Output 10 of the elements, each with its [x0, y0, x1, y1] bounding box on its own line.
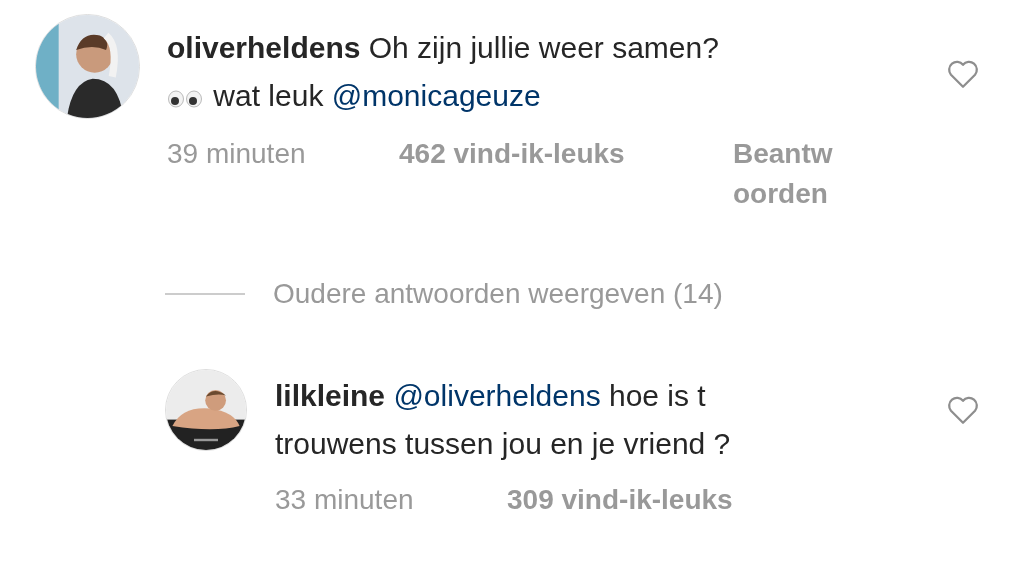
mention-link[interactable]: @oliverheldens [393, 379, 601, 412]
heart-icon[interactable] [946, 394, 980, 426]
comment-time: 39 minuten [167, 137, 307, 171]
heart-icon[interactable] [946, 58, 980, 90]
username-link[interactable]: oliverheldens [167, 31, 361, 64]
comment-time: 33 minuten [275, 483, 415, 517]
comment-text: lilkleine @oliverheldens hoe is t trouwens tussen jou en je vriend ? [275, 378, 732, 462]
username-link[interactable]: lilkleine [275, 379, 386, 412]
mention-link[interactable]: @monicageuze [331, 79, 541, 112]
comment-text: oliverheldens Oh zijn jullie weer samen? wat leuk @monicageuze [167, 30, 720, 114]
